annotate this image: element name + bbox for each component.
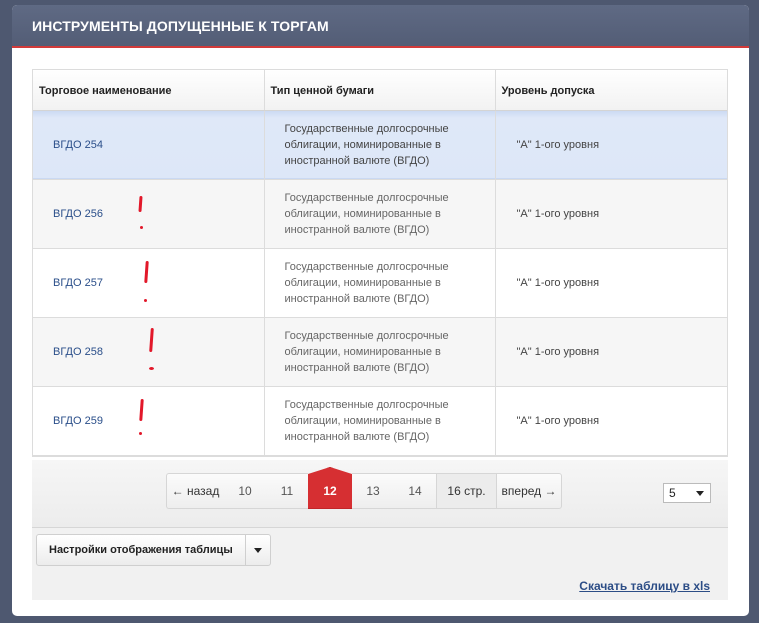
instruments-panel: ИНСТРУМЕНТЫ ДОПУЩЕННЫЕ К ТОРГАМ Торговое… bbox=[12, 5, 749, 616]
page-button[interactable]: 14 bbox=[394, 473, 436, 509]
table-header-row: Торговое наименование Тип ценной бумаги … bbox=[33, 70, 727, 111]
table-row[interactable]: ВГДО 256 Государственные долгосрочные об… bbox=[33, 179, 727, 248]
table-footer: Настройки отображения таблицы Скачать та… bbox=[32, 528, 728, 600]
cell-name: ВГДО 259 bbox=[33, 386, 265, 455]
current-page-button[interactable]: 12 bbox=[308, 467, 352, 509]
table-settings-label[interactable]: Настройки отображения таблицы bbox=[37, 535, 246, 565]
instruments-table-container: Торговое наименование Тип ценной бумаги … bbox=[32, 69, 728, 457]
table-settings-button[interactable]: Настройки отображения таблицы bbox=[36, 534, 271, 566]
download-xls-link[interactable]: Скачать таблицу в xls bbox=[579, 579, 710, 593]
caret-down-icon bbox=[253, 547, 262, 553]
chevron-down-icon bbox=[696, 491, 704, 496]
page-title: ИНСТРУМЕНТЫ ДОПУЩЕННЫЕ К ТОРГАМ bbox=[32, 17, 329, 34]
instrument-link[interactable]: ВГДО 259 bbox=[53, 415, 103, 427]
instruments-table: Торговое наименование Тип ценной бумаги … bbox=[33, 70, 727, 456]
cell-type: Государственные долгосрочные облигации, … bbox=[264, 110, 496, 179]
instrument-link[interactable]: ВГДО 258 bbox=[53, 346, 103, 358]
cell-name: ВГДО 254 bbox=[33, 110, 265, 179]
cell-type: Государственные долгосрочные облигации, … bbox=[264, 317, 496, 386]
cell-type: Государственные долгосрочные облигации, … bbox=[264, 386, 496, 455]
panel-header: ИНСТРУМЕНТЫ ДОПУЩЕННЫЕ К ТОРГАМ bbox=[12, 5, 749, 48]
table-row[interactable]: ВГДО 257 Государственные долгосрочные об… bbox=[33, 248, 727, 317]
cell-name: ВГДО 258 bbox=[33, 317, 265, 386]
column-header-name[interactable]: Торговое наименование bbox=[33, 70, 265, 111]
table-row[interactable]: ВГДО 258 Государственные долгосрочные об… bbox=[33, 317, 727, 386]
pagination: ← назад 10 11 12 13 14 16 стр. вперед → bbox=[166, 467, 562, 509]
page-size-select[interactable]: 5 bbox=[663, 483, 711, 503]
column-header-level[interactable]: Уровень допуска bbox=[495, 70, 727, 111]
page-button[interactable]: 11 bbox=[266, 473, 308, 509]
column-header-type[interactable]: Тип ценной бумаги bbox=[264, 70, 496, 111]
cell-name: ВГДО 257 bbox=[33, 248, 265, 317]
table-settings-dropdown[interactable] bbox=[246, 535, 270, 565]
table-row[interactable]: ВГДО 259 Государственные долгосрочные об… bbox=[33, 386, 727, 455]
page-size-value: 5 bbox=[669, 486, 676, 500]
next-page-button[interactable]: вперед → bbox=[496, 473, 562, 509]
instrument-link[interactable]: ВГДО 254 bbox=[53, 139, 103, 151]
prev-page-button[interactable]: ← назад bbox=[166, 473, 224, 509]
page-button[interactable]: 13 bbox=[352, 473, 394, 509]
page-total-label: 16 стр. bbox=[436, 473, 496, 509]
instrument-link[interactable]: ВГДО 256 bbox=[53, 208, 103, 220]
table-row[interactable]: ВГДО 254 Государственные долгосрочные об… bbox=[33, 110, 727, 179]
instrument-link[interactable]: ВГДО 257 bbox=[53, 277, 103, 289]
cell-level: "А" 1-ого уровня bbox=[516, 276, 600, 289]
cell-type: Государственные долгосрочные облигации, … bbox=[264, 248, 496, 317]
cell-level: "А" 1-ого уровня bbox=[516, 345, 600, 358]
page-button[interactable]: 10 bbox=[224, 473, 266, 509]
cell-level: "А" 1-ого уровня bbox=[516, 414, 600, 427]
pagination-bar: ← назад 10 11 12 13 14 16 стр. вперед → … bbox=[32, 460, 728, 528]
cell-level: "А" 1-ого уровня bbox=[516, 207, 600, 220]
cell-name: ВГДО 256 bbox=[33, 179, 265, 248]
cell-type: Государственные долгосрочные облигации, … bbox=[264, 179, 496, 248]
cell-level: "А" 1-ого уровня bbox=[516, 138, 600, 151]
